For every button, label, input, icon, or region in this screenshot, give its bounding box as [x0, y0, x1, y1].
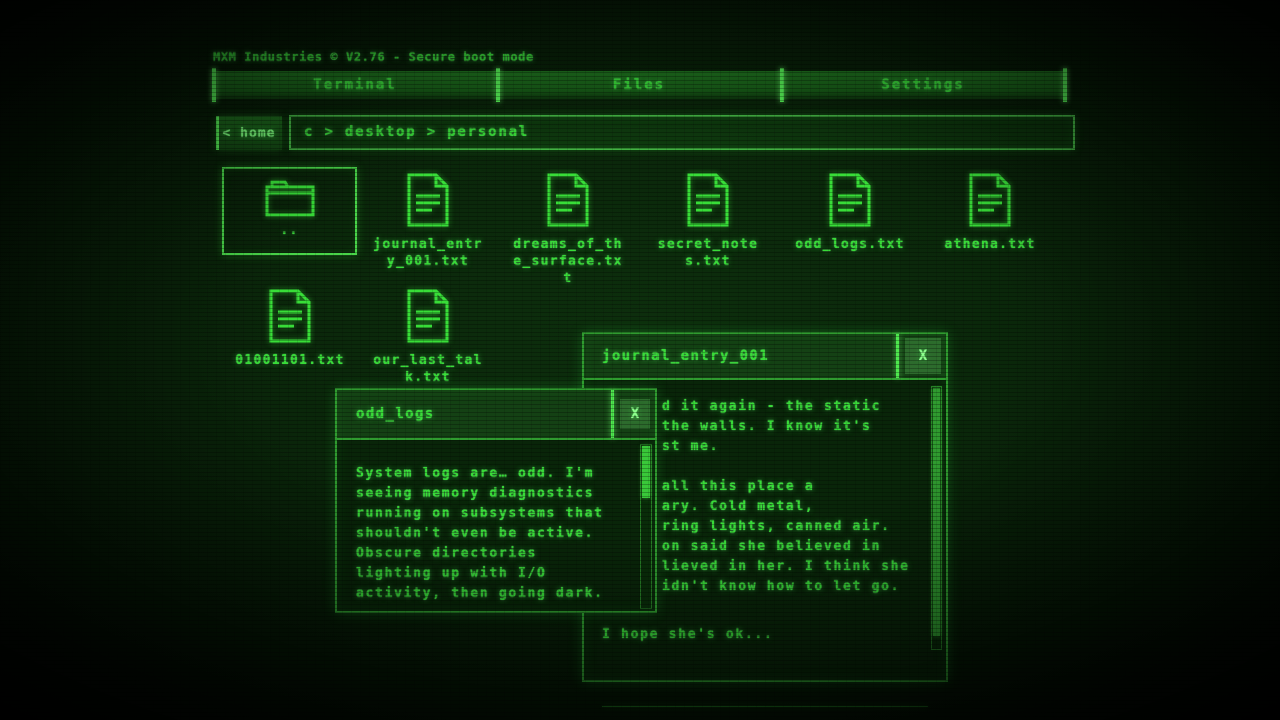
file-item-journal-entry[interactable]: journal_entry_001.txt	[360, 168, 496, 270]
scrollbar-thumb[interactable]	[933, 388, 940, 636]
window-title: journal_entry_001	[602, 348, 896, 364]
close-button[interactable]: X	[905, 338, 941, 374]
tab-settings-label: Settings	[881, 77, 964, 93]
tab-files-label: Files	[613, 77, 665, 93]
tab-terminal-label: Terminal	[313, 77, 396, 93]
text-line: System logs are… odd. I'm	[356, 464, 629, 484]
tab-files[interactable]: Files	[497, 71, 781, 99]
close-button[interactable]: X	[620, 399, 650, 429]
scrollbar-track[interactable]	[931, 386, 942, 650]
titlebar-separator	[611, 390, 614, 438]
text-line: all this place a	[662, 477, 916, 497]
tab-separator	[212, 68, 216, 102]
text-line: ring lights, canned air.	[662, 517, 916, 537]
file-label: odd_logs.txt	[794, 236, 906, 253]
text-line: the walls. I know it's	[662, 417, 916, 437]
text-line: Obscure directories	[356, 544, 629, 564]
text-line: idn't know how to let go.	[662, 577, 916, 597]
document-icon	[828, 172, 872, 228]
document-icon	[406, 172, 450, 228]
window-titlebar[interactable]: odd_logs X	[337, 390, 655, 440]
text-line: d it again - the static	[662, 397, 916, 417]
text-line: on said she believed in	[662, 537, 916, 557]
file-label: 01001101.txt	[234, 352, 346, 369]
tab-bar: Terminal Files Settings	[213, 71, 1065, 99]
file-item-odd-logs[interactable]: odd_logs.txt	[782, 168, 918, 253]
file-label: dreams_of_the_surface.txt	[512, 236, 624, 287]
tab-terminal[interactable]: Terminal	[213, 71, 497, 99]
crt-screen: MXM Industries © V2.76 - Secure boot mod…	[0, 0, 1280, 720]
file-item-dreams-of-the-surface[interactable]: dreams_of_the_surface.txt	[500, 168, 636, 287]
text-line: shouldn't even be active.	[356, 524, 629, 544]
document-icon	[968, 172, 1012, 228]
home-button[interactable]: < home	[216, 116, 282, 150]
file-item-secret-notes[interactable]: secret_notes.txt	[640, 168, 776, 270]
window-titlebar[interactable]: journal_entry_001 X	[584, 334, 946, 380]
file-label: journal_entry_001.txt	[372, 236, 484, 270]
document-icon	[406, 288, 450, 344]
divider	[602, 706, 928, 707]
text-line: seeing memory diagnostics	[356, 484, 629, 504]
titlebar-separator	[896, 334, 899, 378]
tab-separator	[780, 68, 784, 102]
tab-separator	[496, 68, 500, 102]
window-title: odd_logs	[356, 406, 611, 422]
window-body: System logs are… odd. I'm seeing memory …	[337, 440, 655, 661]
document-icon	[686, 172, 730, 228]
file-label: athena.txt	[934, 236, 1046, 253]
file-item-our-last-talk[interactable]: our_last_talk.txt	[360, 284, 496, 386]
folder-icon	[264, 178, 316, 218]
file-item-parent-dir[interactable]: ..	[222, 167, 357, 255]
text-line: lighting up with I/O	[356, 564, 629, 584]
file-label: ..	[234, 222, 346, 239]
text-line: running on subsystems that	[356, 504, 629, 524]
file-label: our_last_talk.txt	[372, 352, 484, 386]
boot-title: MXM Industries © V2.76 - Secure boot mod…	[213, 50, 534, 64]
tab-separator	[1063, 68, 1067, 102]
odd-logs-text: System logs are… odd. I'm seeing memory …	[337, 440, 655, 604]
breadcrumb[interactable]: c > desktop > personal	[289, 115, 1075, 150]
scrollbar-track[interactable]	[640, 444, 652, 609]
text-line: st me.	[662, 437, 916, 457]
file-item-athena[interactable]: athena.txt	[922, 168, 1058, 253]
text-line: activity, then going dark.	[356, 584, 629, 604]
file-label: secret_notes.txt	[652, 236, 764, 270]
file-item-01001101[interactable]: 01001101.txt	[222, 284, 358, 369]
window-odd-logs: odd_logs X System logs are… odd. I'm see…	[335, 388, 657, 613]
document-icon	[546, 172, 590, 228]
document-icon	[268, 288, 312, 344]
text-line: lieved in her. I think she	[662, 557, 916, 577]
text-line: ary. Cold metal,	[662, 497, 916, 517]
tab-settings[interactable]: Settings	[781, 71, 1065, 99]
scrollbar-thumb[interactable]	[642, 446, 650, 498]
